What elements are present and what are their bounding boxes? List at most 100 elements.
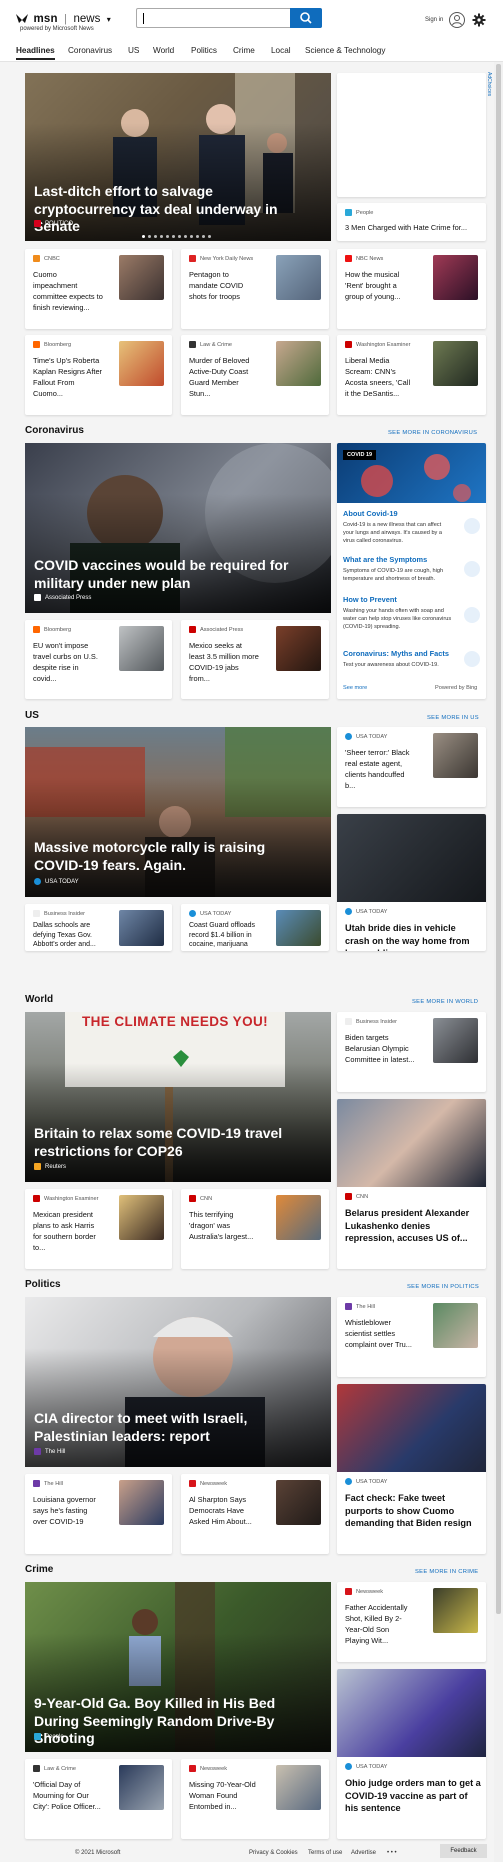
see-more-coronavirus-link[interactable]: SEE MORE IN CORONAVIRUS (388, 430, 477, 436)
more-menu-icon[interactable]: • • • (387, 1850, 397, 1856)
hero-title[interactable]: COVID vaccines would be required for mil… (34, 557, 317, 592)
hero-title[interactable]: 9-Year-Old Ga. Boy Killed in His Bed Dur… (34, 1695, 317, 1748)
lungs-icon (464, 518, 480, 534)
privacy-link[interactable]: Privacy & Cookies (249, 1850, 298, 1856)
card-title[interactable]: Louisiana governor says he's fasting ove… (33, 1494, 103, 1527)
news-card[interactable]: Law & Crime 'Official Day of Mourning fo… (25, 1759, 172, 1839)
card-title[interactable]: Time's Up's Roberta Kaplan Resigns After… (33, 355, 103, 399)
hero-story[interactable]: Massive motorcycle rally is raising COVI… (25, 727, 331, 897)
feedback-button[interactable]: Feedback (440, 1844, 487, 1858)
tab-crime[interactable]: Crime (233, 46, 255, 55)
card-title[interactable]: Missing 70-Year-Old Woman Found Entombed… (189, 1779, 259, 1812)
news-card[interactable]: Bloomberg EU won't impose travel curbs o… (25, 620, 172, 699)
news-card[interactable]: Law & Crime Murder of Beloved Active-Dut… (181, 335, 329, 415)
see-more-politics-link[interactable]: SEE MORE IN POLITICS (407, 1284, 479, 1290)
covid-item[interactable]: About Covid-19 Covid-19 is a new illness … (343, 509, 453, 545)
hero-title[interactable]: Britain to relax some COVID-19 travel re… (34, 1125, 317, 1160)
card-thumbnail (119, 1480, 164, 1525)
tab-local[interactable]: Local (271, 46, 291, 55)
card-title[interactable]: Murder of Beloved Active-Duty Coast Guar… (189, 355, 259, 399)
card-title[interactable]: Cuomo impeachment committee expects to f… (33, 269, 103, 313)
news-card[interactable]: Newsweek Al Sharpton Says Democrats Have… (181, 1474, 329, 1554)
news-card[interactable]: The Hill Whistleblower scientist settles… (337, 1297, 486, 1377)
tab-headlines[interactable]: Headlines (16, 46, 55, 60)
card-title[interactable]: Belarus president Alexander Lukashenko d… (345, 1207, 481, 1245)
news-card[interactable]: Newsweek Father Accidentally Shot, Kille… (337, 1582, 486, 1662)
tab-us[interactable]: US (128, 46, 139, 55)
tab-coronavirus[interactable]: Coronavirus (68, 46, 112, 55)
see-more-crime-link[interactable]: SEE MORE IN CRIME (415, 1569, 478, 1575)
covid-item[interactable]: How to Prevent Washing your hands often w… (343, 595, 453, 631)
news-card[interactable]: Bloomberg Time's Up's Roberta Kaplan Res… (25, 335, 172, 415)
terms-link[interactable]: Terms of use (308, 1850, 342, 1856)
hero-title[interactable]: CIA director to meet with Israeli, Pales… (34, 1410, 317, 1445)
news-card[interactable]: USA TODAY Coast Guard offloads record $1… (181, 904, 329, 951)
tab-politics[interactable]: Politics (191, 46, 217, 55)
card-title[interactable]: Al Sharpton Says Democrats Have Asked Hi… (189, 1494, 259, 1527)
news-card[interactable]: Associated Press Mexico seeks at least 3… (181, 620, 329, 699)
card-thumbnail (433, 1018, 478, 1063)
hero-title[interactable]: Last-ditch effort to salvage cryptocurre… (34, 183, 317, 236)
hero-story[interactable]: 9-Year-Old Ga. Boy Killed in His Bed Dur… (25, 1582, 331, 1752)
card-title[interactable]: Utah bride dies in vehicle crash on the … (345, 922, 481, 951)
news-card[interactable]: CNN This terrifying 'dragon' was Austral… (181, 1189, 329, 1269)
scrollbar-thumb[interactable] (496, 64, 501, 1614)
card-title[interactable]: Coast Guard offloads record $1.4 billion… (189, 921, 259, 951)
card-title[interactable]: 'Official Day of Mourning for Our City':… (33, 1779, 103, 1812)
card-title[interactable]: This terrifying 'dragon' was Australia's… (189, 1209, 259, 1242)
card-title[interactable]: Liberal Media Scream: CNN's Acosta sneer… (345, 355, 415, 399)
covid-item[interactable]: What are the Symptoms Symptoms of COVID-1… (343, 555, 453, 583)
advertise-link[interactable]: Advertise (351, 1850, 376, 1856)
page-scrollbar[interactable] (494, 62, 503, 1862)
card-title[interactable]: Mexican president plans to ask Harris fo… (33, 1209, 103, 1253)
washington-examiner-icon (33, 1195, 40, 1202)
news-card[interactable]: USA TODAY 'Sheer terror:' Black real est… (337, 727, 486, 807)
news-card[interactable]: Business Insider Biden targets Belarusia… (337, 1012, 486, 1092)
card-title[interactable]: Biden targets Belarusian Olympic Committ… (345, 1032, 415, 1065)
hero-title[interactable]: Massive motorcycle rally is raising COVI… (34, 839, 317, 874)
tab-world[interactable]: World (153, 46, 174, 55)
see-more-us-link[interactable]: SEE MORE IN US (427, 715, 479, 721)
news-card[interactable]: NBC News How the musical 'Rent' brought … (337, 249, 486, 329)
hero-story[interactable]: Last-ditch effort to salvage cryptocurre… (25, 73, 331, 241)
news-card[interactable]: Washington Examiner Liberal Media Scream… (337, 335, 486, 415)
news-card[interactable]: Business Insider Dallas schools are defy… (25, 904, 172, 951)
card-title[interactable]: Ohio judge orders man to get a COVID-19 … (345, 1777, 481, 1815)
news-card[interactable]: CNBC Cuomo impeachment committee expects… (25, 249, 172, 329)
gear-icon[interactable] (472, 13, 486, 27)
search-button[interactable] (290, 8, 322, 28)
card-title[interactable]: How the musical 'Rent' brought a group o… (345, 269, 415, 302)
card-title[interactable]: 'Sheer terror:' Black real estate agent,… (345, 747, 415, 791)
big-news-card[interactable]: USA TODAY Ohio judge orders man to get a… (337, 1669, 486, 1839)
card-title[interactable]: EU won't impose travel curbs on U.S. des… (33, 640, 103, 684)
side-card[interactable]: People 3 Men Charged with Hate Crime for… (337, 203, 486, 241)
avatar-icon[interactable] (449, 12, 465, 28)
news-card[interactable]: New York Daily News Pentagon to mandate … (181, 249, 329, 329)
card-title[interactable]: Fact check: Fake tweet purports to show … (345, 1492, 481, 1530)
card-title[interactable]: 3 Men Charged with Hate Crime for... (345, 222, 485, 233)
msn-logo[interactable]: msn | news ▾ (15, 9, 111, 27)
hero-story[interactable]: THE CLIMATE NEEDS YOU! Britain to relax … (25, 1012, 331, 1182)
big-news-card[interactable]: USA TODAY Utah bride dies in vehicle cra… (337, 814, 486, 951)
see-more-world-link[interactable]: SEE MORE IN WORLD (412, 999, 478, 1005)
card-title[interactable]: Father Accidentally Shot, Killed By 2-Ye… (345, 1602, 415, 1646)
tab-science-technology[interactable]: Science & Technology (305, 46, 385, 55)
chevron-down-icon[interactable]: ▾ (107, 15, 111, 24)
card-title[interactable]: Whistleblower scientist settles complain… (345, 1317, 415, 1350)
news-card[interactable]: Newsweek Missing 70-Year-Old Woman Found… (181, 1759, 329, 1839)
covid-item[interactable]: Coronavirus: Myths and Facts Test your aw… (343, 649, 453, 669)
big-news-card[interactable]: USA TODAY Fact check: Fake tweet purport… (337, 1384, 486, 1554)
hero-story[interactable]: COVID vaccines would be required for mil… (25, 443, 331, 613)
card-title[interactable]: Pentagon to mandate COVID shots for troo… (189, 269, 259, 302)
news-card[interactable]: The Hill Louisiana governor says he's fa… (25, 1474, 172, 1554)
hero-story[interactable]: CIA director to meet with Israeli, Pales… (25, 1297, 331, 1467)
big-news-card[interactable]: CNN Belarus president Alexander Lukashen… (337, 1099, 486, 1269)
covid-see-more-link[interactable]: See more (343, 685, 367, 691)
card-thumbnail (276, 1195, 321, 1240)
news-card[interactable]: Washington Examiner Mexican president pl… (25, 1189, 172, 1269)
card-thumbnail (433, 1588, 478, 1633)
carousel-dots[interactable] (142, 235, 211, 238)
card-title[interactable]: Dallas schools are defying Texas Gov. Ab… (33, 921, 103, 950)
card-title[interactable]: Mexico seeks at least 3.5 million more C… (189, 640, 259, 684)
sign-in-link[interactable]: Sign in (425, 17, 443, 23)
